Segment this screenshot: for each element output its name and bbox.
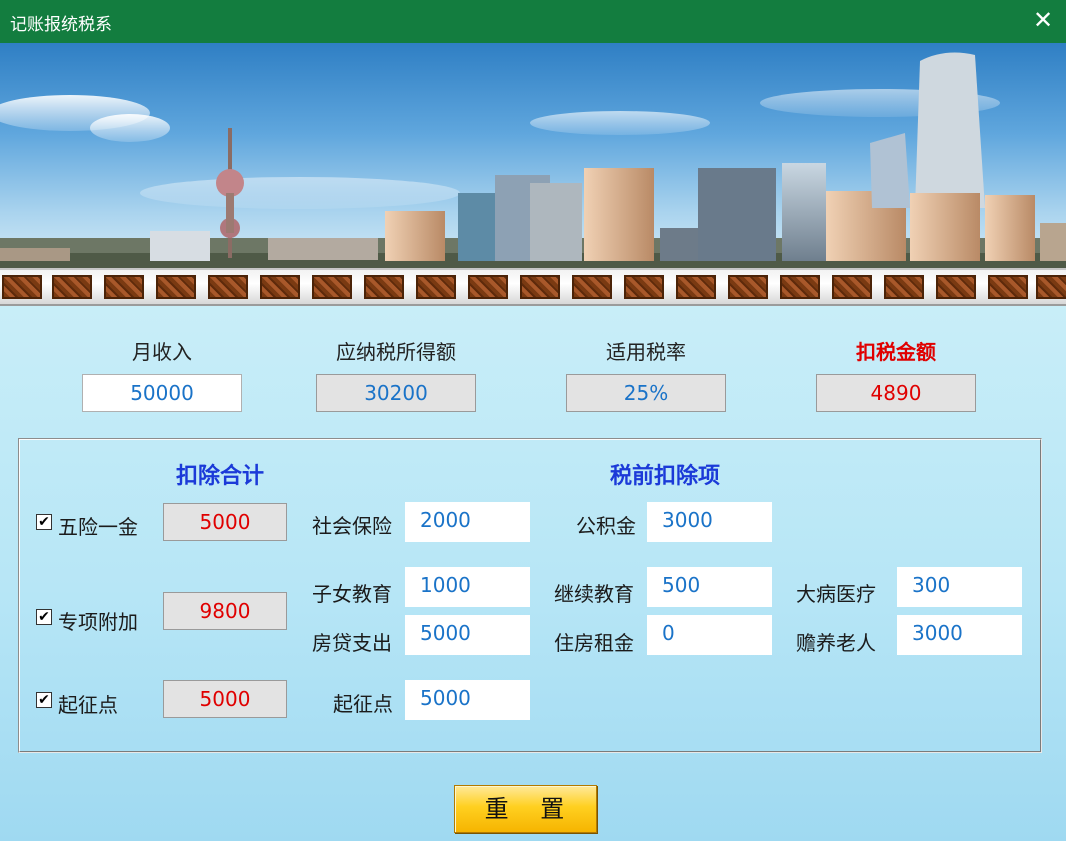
elderly-support-label: 赡养老人 (796, 631, 876, 655)
housing-fund-label: 公积金 (576, 514, 636, 538)
social-insurance-input[interactable]: 2000 (405, 502, 530, 542)
monthly-income-label: 月收入 (132, 340, 192, 364)
mortgage-input[interactable]: 5000 (405, 615, 530, 655)
child-education-label: 子女教育 (312, 582, 392, 606)
rent-label: 住房租金 (554, 631, 634, 655)
elderly-support-input[interactable]: 3000 (897, 615, 1022, 655)
threshold-checkbox[interactable]: ✔ (36, 692, 52, 708)
insurance-fund-checkbox[interactable]: ✔ (36, 514, 52, 530)
child-education-input[interactable]: 1000 (405, 567, 530, 607)
skyline-image (0, 52, 1066, 268)
close-icon[interactable]: ✕ (1020, 0, 1066, 43)
tax-rate-label: 适用税率 (606, 340, 686, 364)
reset-button[interactable]: 重 置 (454, 785, 597, 833)
skyline-banner (0, 43, 1066, 268)
threshold-total: 5000 (163, 680, 287, 718)
rent-input[interactable]: 0 (647, 615, 772, 655)
decorative-fence (0, 268, 1066, 306)
taxable-income-field: 30200 (316, 374, 476, 412)
continuing-education-label: 继续教育 (554, 582, 634, 606)
title-bar: 记账报统税系 ✕ (0, 0, 1066, 43)
threshold-value-input[interactable]: 5000 (405, 680, 530, 720)
tax-amount-field: 4890 (816, 374, 976, 412)
insurance-fund-total: 5000 (163, 503, 287, 541)
monthly-income-input[interactable]: 50000 (82, 374, 242, 412)
social-insurance-label: 社会保险 (312, 514, 392, 538)
housing-fund-input[interactable]: 3000 (647, 502, 772, 542)
special-deduction-total: 9800 (163, 592, 287, 630)
deduction-total-title: 扣除合计 (176, 464, 265, 489)
special-deduction-label: 专项附加 (58, 610, 138, 634)
threshold-label: 起征点 (58, 693, 118, 717)
threshold-value-label: 起征点 (333, 692, 393, 716)
pretax-items-title: 税前扣除项 (610, 464, 721, 489)
serious-illness-input[interactable]: 300 (897, 567, 1022, 607)
window-title: 记账报统税系 (10, 15, 112, 35)
continuing-education-input[interactable]: 500 (647, 567, 772, 607)
serious-illness-label: 大病医疗 (796, 582, 876, 606)
insurance-fund-label: 五险一金 (58, 515, 138, 539)
taxable-income-label: 应纳税所得额 (336, 340, 456, 364)
special-deduction-checkbox[interactable]: ✔ (36, 609, 52, 625)
tax-amount-label: 扣税金额 (856, 340, 936, 364)
mortgage-label: 房贷支出 (312, 631, 392, 655)
tax-rate-field: 25% (566, 374, 726, 412)
